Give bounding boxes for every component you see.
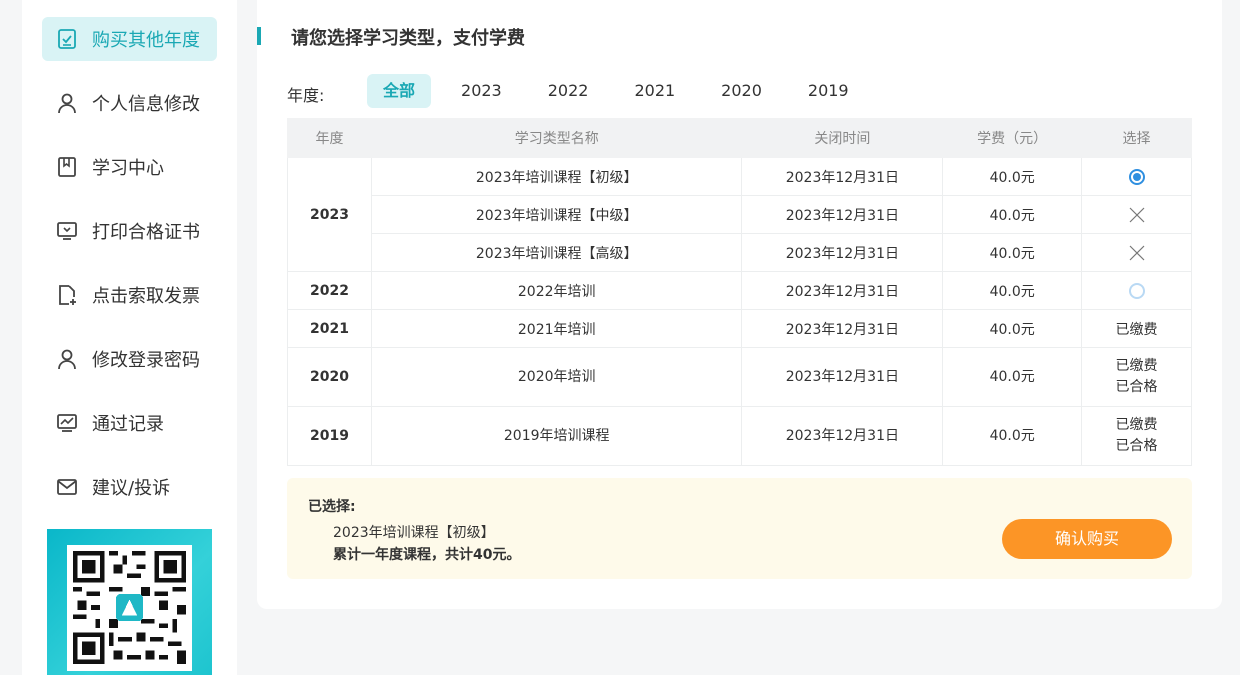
fee-cell: 40.0元 <box>942 195 1083 234</box>
status-passed: 已合格 <box>1115 438 1158 454</box>
header-fee: 学费（元） <box>942 118 1083 158</box>
header-year: 年度 <box>287 118 372 158</box>
header-course-name: 学习类型名称 <box>370 118 743 158</box>
table-row: 2023年培训课程【高级】 2023年12月31日 40.0元 <box>288 233 1192 272</box>
course-name-cell: 2023年培训课程【初级】 <box>370 157 743 196</box>
sidebar-item-label: 打印合格证书 <box>92 222 200 243</box>
page-title: 请您选择学习类型，支付学费 <box>291 28 525 49</box>
sidebar-item-buy-other-years[interactable]: 购买其他年度 <box>42 17 217 61</box>
close-icon <box>1129 245 1145 261</box>
close-time-cell: 2023年12月31日 <box>741 157 944 196</box>
table-row: 2023年培训课程【中级】 2023年12月31日 40.0元 <box>288 195 1192 234</box>
close-time-cell: 2023年12月31日 <box>741 347 944 407</box>
fee-cell: 40.0元 <box>942 157 1083 196</box>
sidebar-item-label: 建议/投诉 <box>92 478 171 499</box>
sidebar-item-label: 学习中心 <box>92 158 164 179</box>
select-cell <box>1081 233 1192 272</box>
monitor-icon <box>56 220 78 242</box>
close-time-cell: 2023年12月31日 <box>741 406 944 466</box>
select-cell <box>1081 157 1192 196</box>
qr-code-icon <box>67 545 192 671</box>
close-time-cell: 2023年12月31日 <box>741 195 944 234</box>
sidebar-item-request-invoice[interactable]: 点击索取发票 <box>42 273 217 317</box>
qr-code-banner <box>47 529 212 675</box>
fee-cell: 40.0元 <box>942 406 1083 466</box>
table-row: 2022 2022年培训 2023年12月31日 40.0元 <box>287 271 1192 310</box>
status-paid: 已缴费 <box>1115 417 1158 433</box>
select-cell: 已缴费 已合格 <box>1081 406 1192 466</box>
fee-cell: 40.0元 <box>942 271 1083 310</box>
table-row: 2020 2020年培训 2023年12月31日 40.0元 已缴费已合格 <box>287 347 1192 407</box>
status-paid: 已缴费 <box>1115 321 1158 338</box>
user-icon <box>56 348 78 370</box>
select-cell <box>1081 195 1192 234</box>
tab-2020[interactable]: 2020 <box>705 74 778 108</box>
sidebar-item-pass-records[interactable]: 通过记录 <box>42 401 217 445</box>
course-name-cell: 2020年培训 <box>370 347 743 407</box>
sidebar-item-label: 点击索取发票 <box>92 286 200 307</box>
close-icon <box>1129 207 1145 223</box>
main-panel: 请您选择学习类型，支付学费 年度: 全部 2023 2022 2021 2020… <box>257 0 1222 609</box>
select-cell: 已缴费 已合格 <box>1081 347 1192 407</box>
table-row: 2021 2021年培训 2023年12月31日 40.0元 已缴费 <box>287 309 1192 348</box>
course-name-cell: 2022年培训 <box>370 271 743 310</box>
summary-label: 已选择: <box>308 499 356 515</box>
year-filter-label: 年度: <box>287 86 325 105</box>
year-cell: 2019 <box>287 406 372 466</box>
year-cell: 2022 <box>287 271 372 310</box>
tab-all[interactable]: 全部 <box>367 74 432 108</box>
table-row: 2019 2019年培训课程 2023年12月31日 40.0元 已缴费已合格 <box>287 406 1192 466</box>
sidebar-item-label: 通过记录 <box>92 414 164 435</box>
year-cell: 2020 <box>287 347 372 407</box>
tab-2022[interactable]: 2022 <box>532 74 605 108</box>
document-add-icon <box>56 284 78 306</box>
select-cell <box>1081 271 1192 310</box>
sidebar-item-learning-center[interactable]: 学习中心 <box>42 145 217 189</box>
select-cell: 已缴费 <box>1081 309 1192 348</box>
radio-unchecked[interactable] <box>1128 282 1145 299</box>
sidebar-item-change-password[interactable]: 修改登录密码 <box>42 337 217 381</box>
course-name-cell: 2021年培训 <box>370 309 743 348</box>
header-select: 选择 <box>1081 118 1192 158</box>
table-header-row: 年度 学习类型名称 关闭时间 学费（元） 选择 <box>287 118 1192 158</box>
chart-icon <box>56 412 78 434</box>
course-name-cell: 2019年培训课程 <box>370 406 743 466</box>
tab-2023[interactable]: 2023 <box>445 74 518 108</box>
year-cell: 2023 <box>287 157 372 272</box>
fee-cell: 40.0元 <box>942 309 1083 348</box>
sidebar-item-print-certificate[interactable]: 打印合格证书 <box>42 209 217 253</box>
sidebar-item-label: 个人信息修改 <box>92 94 200 115</box>
status-paid: 已缴费 <box>1115 358 1158 374</box>
mail-icon <box>56 476 78 498</box>
sidebar: 购买其他年度 个人信息修改 学习中心 打印合格证书 点击索取发票 修改登录密码 <box>22 0 237 675</box>
summary-total: 累计一年度课程，共计40元。 <box>333 547 521 563</box>
close-time-cell: 2023年12月31日 <box>741 233 944 272</box>
sidebar-item-feedback[interactable]: 建议/投诉 <box>42 465 217 509</box>
year-tabs: 全部 2023 2022 2021 2020 2019 <box>367 74 879 108</box>
book-icon <box>56 156 78 178</box>
course-table: 年度 学习类型名称 关闭时间 学费（元） 选择 2023 2023年培训课程【初… <box>287 118 1192 466</box>
radio-checked[interactable] <box>1128 168 1145 185</box>
tab-2021[interactable]: 2021 <box>618 74 691 108</box>
tab-2019[interactable]: 2019 <box>792 74 865 108</box>
fee-cell: 40.0元 <box>942 233 1083 272</box>
user-icon <box>56 92 78 114</box>
fee-cell: 40.0元 <box>942 347 1083 407</box>
title-accent-bar <box>257 27 261 45</box>
sidebar-item-label: 购买其他年度 <box>92 30 200 51</box>
selection-summary: 已选择: 2023年培训课程【初级】 累计一年度课程，共计40元。 确认购买 <box>287 478 1192 579</box>
summary-selected-item: 2023年培训课程【初级】 <box>333 525 495 541</box>
confirm-purchase-button[interactable]: 确认购买 <box>1002 519 1172 559</box>
course-name-cell: 2023年培训课程【中级】 <box>370 195 743 234</box>
status-passed: 已合格 <box>1115 379 1158 395</box>
year-cell: 2021 <box>287 309 372 348</box>
sidebar-item-label: 修改登录密码 <box>92 350 200 371</box>
checklist-icon <box>56 28 78 50</box>
table-row: 2023 2023年培训课程【初级】 2023年12月31日 40.0元 <box>287 157 1192 272</box>
sidebar-item-profile[interactable]: 个人信息修改 <box>42 81 217 125</box>
header-close-time: 关闭时间 <box>741 118 944 158</box>
close-time-cell: 2023年12月31日 <box>741 309 944 348</box>
course-name-cell: 2023年培训课程【高级】 <box>370 233 743 272</box>
close-time-cell: 2023年12月31日 <box>741 271 944 310</box>
